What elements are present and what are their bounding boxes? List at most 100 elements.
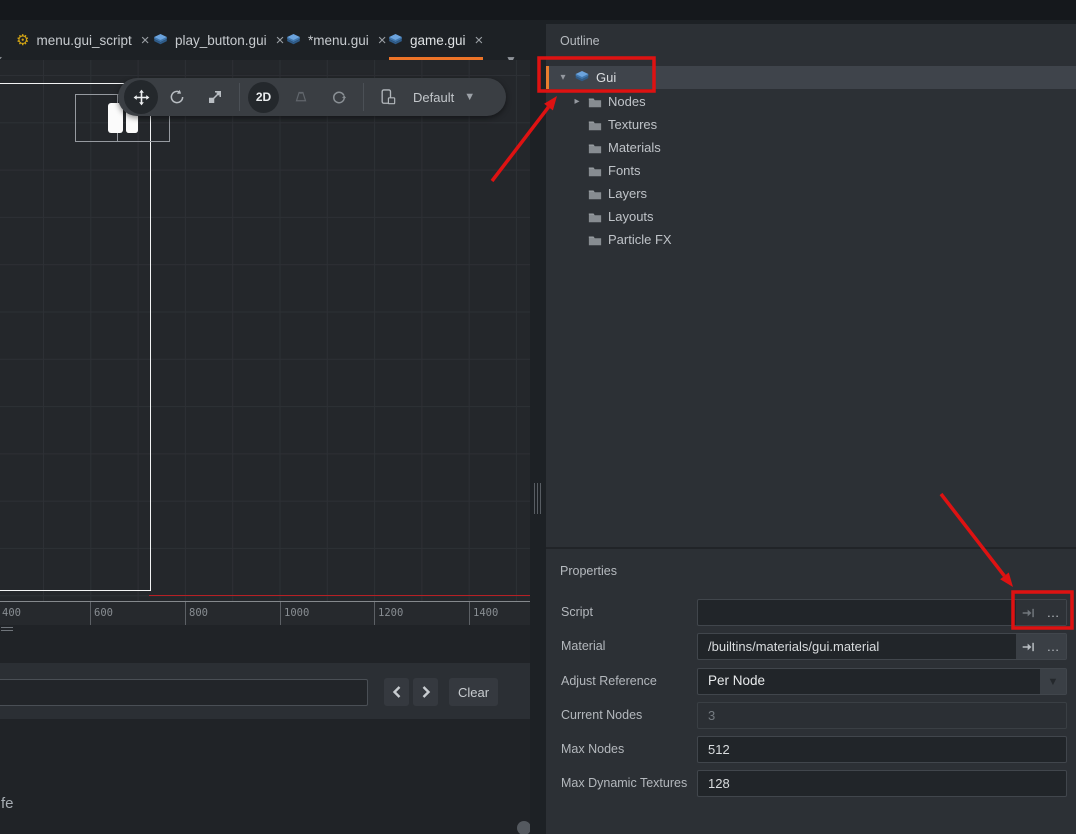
script-value-input[interactable] (698, 600, 1066, 625)
outline-row-label: Particle FX (608, 232, 672, 247)
outline-row-label: Layers (608, 186, 647, 201)
x-axis-line (149, 595, 530, 596)
material-property-label: Material (561, 639, 605, 653)
outline-panel-title: Outline (560, 34, 600, 48)
folder-icon (588, 165, 602, 177)
outline-row-fonts[interactable]: Fonts (546, 159, 1076, 182)
max-dynamic-textures-input[interactable] (698, 771, 1066, 796)
ruler-label: 1400 (473, 607, 498, 619)
tab-play-button-gui[interactable]: play_button.gui × (153, 20, 284, 60)
ruler-label: 1200 (378, 607, 403, 619)
ruler-tick (90, 602, 91, 625)
rotate-tool-button[interactable] (158, 80, 196, 114)
max-dynamic-textures-property-label: Max Dynamic Textures (561, 776, 687, 790)
outline-row-textures[interactable]: Textures (546, 113, 1076, 136)
gui-scene-icon (153, 34, 168, 47)
tab-close-icon[interactable]: × (139, 32, 150, 49)
outline-row-label: Textures (608, 117, 657, 132)
ellipsis-icon: … (1047, 605, 1061, 620)
find-previous-button[interactable] (384, 678, 409, 706)
outline-row-nodes[interactable]: ▸ Nodes (546, 90, 1076, 113)
tab-label: menu.gui_script (36, 33, 131, 48)
script-gear-icon: ⚙ (16, 33, 29, 48)
console-pane: Clear fe (0, 625, 530, 834)
script-browse-button[interactable]: … (1041, 600, 1066, 625)
folder-icon (588, 96, 602, 108)
script-property-label: Script (561, 605, 593, 619)
chevron-down-icon[interactable]: ▾ (558, 72, 568, 83)
adjust-reference-dropdown[interactable]: Per Node ▼ (697, 668, 1067, 695)
outline-row-label: Materials (608, 140, 661, 155)
layout-selector-value[interactable]: Default (413, 90, 454, 105)
frustum-icon (292, 88, 310, 106)
ruler-tick (185, 602, 186, 625)
outline-row-layouts[interactable]: Layouts (546, 205, 1076, 228)
scale-tool-button[interactable] (196, 80, 234, 114)
outline-row-layers[interactable]: Layers (546, 182, 1076, 205)
clear-console-button[interactable]: Clear (449, 678, 498, 706)
outline-row-label: Fonts (608, 163, 641, 178)
gui-scene-icon (388, 34, 403, 47)
reset-camera-button[interactable] (320, 80, 358, 114)
script-field[interactable]: … (697, 599, 1067, 626)
chevron-left-icon (392, 686, 402, 698)
folder-icon (588, 119, 602, 131)
scene-editor-canvas[interactable]: 2D Default ▼ (0, 60, 530, 601)
2d-mode-button[interactable]: 2D (248, 82, 279, 113)
move-tool-button[interactable] (124, 80, 158, 114)
editor-tab-bar: × ⚙ menu.gui_script × play_button.gui × … (0, 20, 530, 60)
tab-menu-gui[interactable]: *menu.gui × (286, 20, 387, 60)
max-nodes-property-label: Max Nodes (561, 742, 624, 756)
clear-button-label: Clear (458, 685, 489, 700)
panel-section-divider (546, 547, 1076, 549)
max-nodes-field[interactable] (697, 736, 1067, 763)
outline-row-gui-root[interactable]: ▾ Gui (546, 66, 1076, 89)
outline-row-particle-fx[interactable]: Particle FX (546, 228, 1076, 251)
gui-scene-icon (286, 34, 301, 47)
tab-close-icon[interactable]: × (473, 32, 484, 49)
folder-icon (588, 234, 602, 246)
goto-arrow-icon (1021, 640, 1036, 654)
goto-arrow-icon (1021, 606, 1036, 620)
material-open-resource-button[interactable] (1016, 634, 1041, 659)
folder-icon (588, 211, 602, 223)
tab-label: game.gui (410, 33, 466, 48)
tab-label: play_button.gui (175, 33, 267, 48)
material-value-input[interactable] (698, 634, 1008, 659)
adjust-reference-property-label: Adjust Reference (561, 674, 657, 688)
current-nodes-property-label: Current Nodes (561, 708, 642, 722)
pane-splitter[interactable] (530, 20, 546, 834)
outline-row-label: Layouts (608, 209, 654, 224)
scale-tool-icon (206, 88, 224, 106)
gui-bounds-bottom-edge (0, 590, 151, 591)
layout-selector-chevron-icon[interactable]: ▼ (464, 91, 475, 103)
tab-close-icon[interactable]: × (274, 32, 285, 49)
chevron-right-icon[interactable]: ▸ (572, 96, 582, 107)
outline-row-label: Gui (596, 70, 616, 85)
material-field[interactable]: … (697, 633, 1067, 660)
ruler-tick (280, 602, 281, 625)
perspective-camera-button[interactable] (282, 80, 320, 114)
tab-game-gui-active[interactable]: game.gui × (388, 20, 483, 60)
material-browse-button[interactable]: … (1041, 634, 1066, 659)
device-layout-icon (378, 87, 398, 107)
console-filter-input[interactable] (0, 679, 368, 706)
tab-label: *menu.gui (308, 33, 369, 48)
layout-device-button[interactable] (369, 80, 407, 114)
outline-properties-panel: Outline ▾ Gui ▸ Nodes (546, 24, 1076, 834)
find-next-button[interactable] (413, 678, 438, 706)
max-dynamic-textures-field[interactable] (697, 770, 1067, 797)
max-nodes-input[interactable] (698, 737, 1066, 762)
ruler-label: 600 (94, 607, 113, 619)
dropdown-chevron-icon[interactable]: ▼ (1040, 669, 1066, 694)
ruler-tick (469, 602, 470, 625)
ruler-label: 1000 (284, 607, 309, 619)
tab-menu-gui-script[interactable]: ⚙ menu.gui_script × (16, 20, 150, 60)
console-output-text: fe (1, 795, 14, 812)
folder-icon (588, 142, 602, 154)
ruler-corner-grip-icon (1, 627, 13, 633)
console-scrollbar-thumb[interactable] (517, 821, 531, 834)
outline-row-materials[interactable]: Materials (546, 136, 1076, 159)
script-open-resource-button[interactable] (1016, 600, 1041, 625)
tab-close-icon[interactable]: × (376, 32, 387, 49)
